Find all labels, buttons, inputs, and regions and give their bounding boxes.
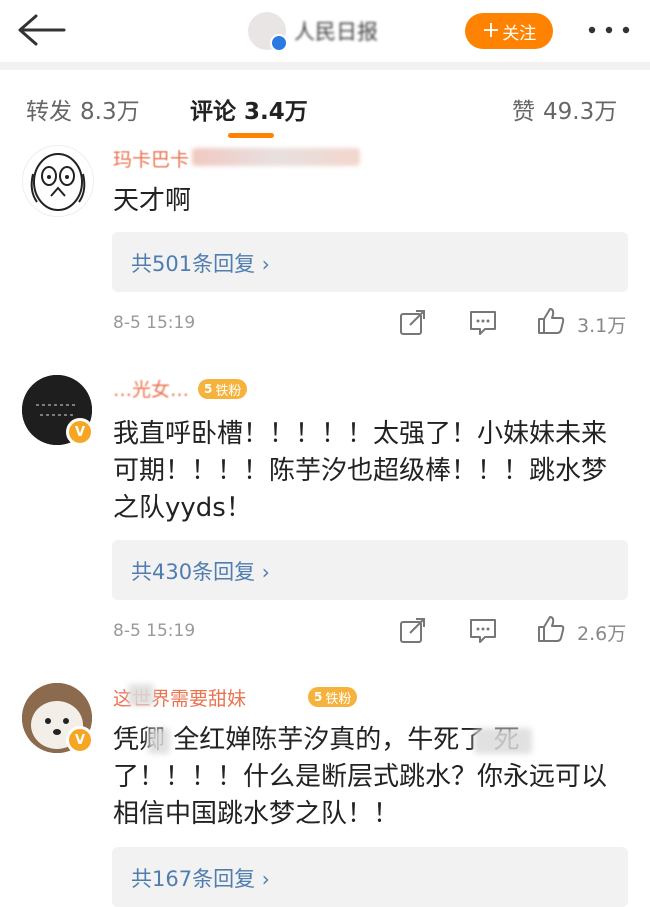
fan-level: 5 [204,382,213,396]
active-tab-indicator [228,133,274,138]
fan-level: 5 [314,690,323,704]
commenter-nickname[interactable]: 玛卡巴卡 [113,145,189,172]
fan-badge: 5 铁粉 [308,687,358,707]
verified-badge-icon: V [66,726,94,754]
tab-comments[interactable]: 评论 3.4万 [190,92,308,126]
comment-text-line: 了！！！！什么是断层式跳水？你永远可以 [113,762,608,792]
reply-count-label: 共501条回复 [131,252,256,276]
chevron-right-icon: › [261,867,270,891]
comment-icon[interactable] [468,308,498,338]
chevron-right-icon: › [261,560,270,584]
comment-text-line: 相信中国跳水梦之队！！ [113,799,400,829]
verified-icon [270,34,288,52]
account-avatar[interactable] [248,12,288,52]
tab-bar: 转发 8.3万 评论 3.4万 赞 49.3万 [0,70,650,150]
fan-badge-label: 铁粉 [215,383,242,399]
top-bar: 人民日报 + 关注 [0,0,650,62]
commenter-avatar[interactable] [22,145,94,217]
like-icon[interactable] [536,614,566,644]
chevron-right-icon: › [261,252,270,276]
comment-text-line: 天才啊 [113,186,192,216]
tab-label: 转发 [26,99,72,125]
tab-count: 3.4万 [244,99,308,125]
account-name: 人民日报 [294,20,378,44]
comment-text-line: 凭卿 全红婵陈芋汐真的，牛死了 死 [113,725,520,755]
comment-text-line: 之队yyds！ [113,493,252,523]
like-count: 2.6万 [577,623,627,645]
tab-label: 赞 [512,99,535,125]
tab-reposts[interactable]: 转发 8.3万 [26,92,140,126]
comment-text: 天才啊 [113,183,633,220]
comment-time: 8-5 15:19 [113,313,196,333]
commenter-nickname[interactable]: …光女… [113,375,189,402]
view-replies-button[interactable]: 共501条回复 › [112,232,628,292]
share-icon[interactable] [398,616,428,646]
like-icon[interactable] [536,306,566,336]
view-replies-button[interactable]: 共167条回复 › [112,847,628,907]
divider [0,62,650,70]
comment-text: 我直呼卧槽！！！！！太强了！小妹妹未来 可期！！！！陈芋汐也超级棒！！！跳水梦 … [113,416,633,527]
account-header[interactable]: 人民日报 [248,10,378,52]
share-icon[interactable] [398,308,428,338]
redacted-area [192,148,360,166]
reply-count-label: 共430条回复 [131,560,256,584]
back-arrow-icon[interactable] [16,12,66,48]
fan-badge: 5 铁粉 [198,379,248,399]
comment-text: 凭卿 全红婵陈芋汐真的，牛死了 死 了！！！！什么是断层式跳水？你永远可以 相信… [113,722,633,833]
comment-time: 8-5 15:19 [113,621,196,641]
view-replies-button[interactable]: 共430条回复 › [112,540,628,600]
follow-label: 关注 [502,23,537,44]
comment-text-line: 可期！！！！陈芋汐也超级棒！！！跳水梦 [113,456,608,486]
redacted-area [148,728,170,754]
tab-count: 49.3万 [543,99,618,125]
like-count: 3.1万 [577,315,627,337]
redacted-area [128,684,154,706]
cartoon-face-icon [30,153,86,211]
redacted-area [474,728,532,754]
tab-label: 评论 [190,99,236,125]
plus-icon: + [481,18,501,43]
comment-icon[interactable] [468,616,498,646]
follow-button[interactable]: + 关注 [465,13,553,49]
tab-likes[interactable]: 赞 49.3万 [512,92,617,126]
more-options-icon[interactable] [584,18,634,42]
fan-badge-label: 铁粉 [325,691,352,707]
reply-count-label: 共167条回复 [131,867,256,891]
comment-text-line: 我直呼卧槽！！！！！太强了！小妹妹未来 [113,419,608,449]
verified-badge-icon: V [66,418,94,446]
tab-count: 8.3万 [80,99,140,125]
